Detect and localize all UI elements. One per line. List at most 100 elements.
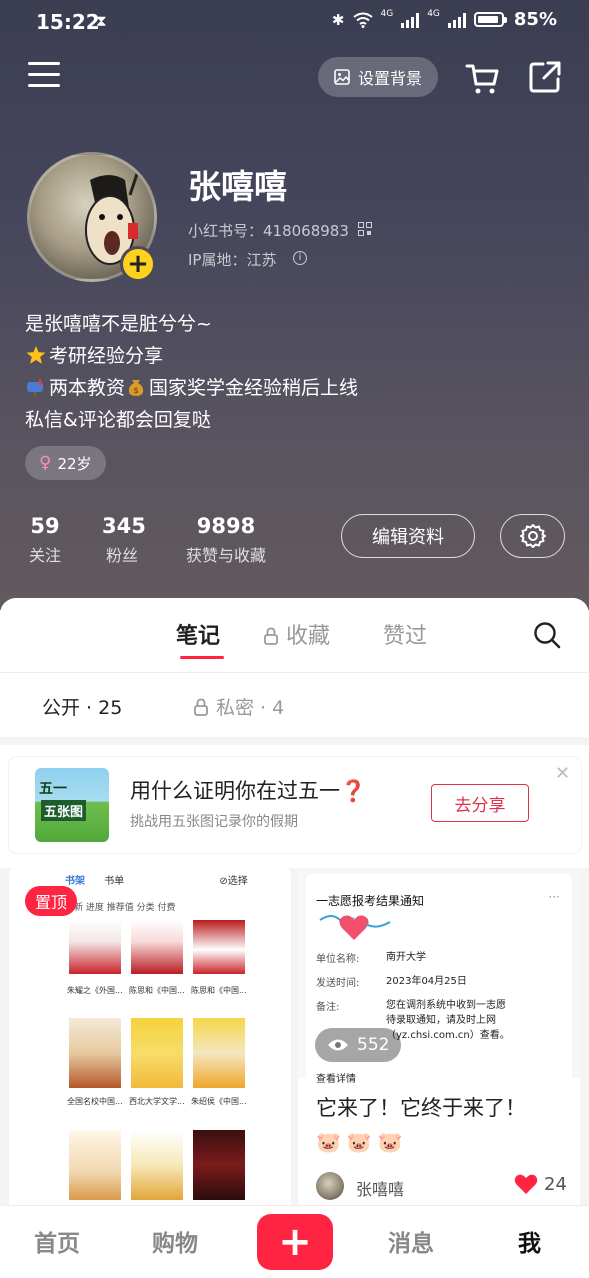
signal-a-icon: [401, 12, 420, 28]
book-caption: 西北大学文学...: [129, 1097, 185, 1106]
tab-liked[interactable]: 赞过: [383, 618, 427, 650]
book-cover: [193, 1130, 245, 1200]
author-avatar[interactable]: [316, 1172, 344, 1200]
note-card[interactable]: 一志愿报考结果通知 ··· 单位名称: 南开大学 发送时间: 2023年04月2…: [298, 868, 580, 1218]
user-id: 小红书号：418068983: [188, 222, 349, 240]
stat-followers-value: 345: [102, 514, 146, 538]
campaign-subtitle: 挑战用五张图记录你的假期: [130, 814, 298, 830]
campaign-banner[interactable]: 五一 五张图 用什么证明你在过五一❓ 挑战用五张图记录你的假期 去分享 ✕: [9, 757, 581, 853]
info-icon[interactable]: i: [293, 251, 307, 265]
network-a-label: 4G: [380, 8, 394, 19]
active-tab-indicator: [180, 656, 224, 659]
menu-icon[interactable]: [28, 62, 60, 90]
note-card-pinned[interactable]: 书架 书单 ⊘选择 更新 进度 推荐值 分类 付费 朱耀之《外国... 陈思和《…: [9, 868, 291, 1218]
shot-select: ⊘选择: [219, 876, 248, 887]
book-cover: [193, 920, 245, 974]
add-note-button[interactable]: +: [257, 1214, 333, 1270]
stat-followers-label: 粉丝: [105, 546, 138, 565]
author-name[interactable]: 张嘻嘻: [356, 1176, 404, 1200]
heart-sticker-icon: [319, 915, 391, 940]
like-count: 24: [544, 1173, 567, 1195]
stat-likes-value: 9898: [196, 514, 256, 538]
cart-icon[interactable]: [464, 60, 500, 96]
book-caption: 全国名校中国...: [67, 1097, 123, 1106]
shot-tab-2: 书单: [104, 876, 125, 887]
book-cover: [131, 1130, 183, 1200]
search-icon[interactable]: [532, 620, 562, 650]
book-cover: [69, 1130, 121, 1200]
stat-likes-collects[interactable]: 9898 获赞与收藏: [180, 514, 272, 566]
ip-location: IP属地：江苏: [188, 251, 277, 269]
bio-line-3-text-a: 两本教资: [49, 377, 126, 399]
set-background-button[interactable]: 设置背景: [318, 57, 438, 97]
share-campaign-button[interactable]: 去分享: [431, 784, 529, 822]
notes-grid: 书架 书单 ⊘选择 更新 进度 推荐值 分类 付费 朱耀之《外国... 陈思和《…: [0, 868, 589, 1218]
bio-line-1: 是张嘻嘻不是脏兮兮~: [25, 313, 212, 335]
stat-following-label: 关注: [28, 546, 61, 565]
star-icon: [26, 346, 46, 364]
qr-code-icon[interactable]: [358, 222, 372, 236]
pig-emojis: 🐷🐷🐷: [316, 1130, 409, 1154]
campaign-image-text-2: 五张图: [41, 800, 87, 821]
close-icon[interactable]: ✕: [555, 763, 570, 784]
campaign-image-text-1: 五一: [39, 781, 67, 797]
profile-header: 15:22 ⧗ ✱ 4G 4G 85% 设置背景 + 张嘻嘻 小红书号：4180…: [0, 0, 589, 610]
age-tag: ♀ 22岁: [25, 446, 106, 480]
eye-icon: [328, 1039, 348, 1051]
share-icon[interactable]: [528, 60, 562, 94]
nav-me[interactable]: 我: [518, 1224, 541, 1258]
signal-b-icon: [447, 12, 466, 28]
nav-shop[interactable]: 购物: [152, 1224, 198, 1258]
content-panel: 笔记 收藏 赞过 公开 · 25 私密 · 4 五一 五张图 用什么证明你在过五…: [0, 598, 589, 1218]
view-count: 552: [357, 1035, 390, 1055]
notice-value-time: 2023年04月25日: [386, 976, 467, 987]
notice-value-note-3: （yz.chsi.com.cn）查看。: [386, 1030, 510, 1041]
status-time: 15:22: [36, 10, 100, 34]
settings-button[interactable]: [500, 514, 565, 558]
bluetooth-icon: ✱: [331, 10, 345, 29]
stat-followers[interactable]: 345 粉丝: [102, 514, 146, 566]
stat-following-value: 59: [30, 514, 60, 538]
lock-icon: [194, 698, 208, 716]
status-bar: 15:22 ⧗ ✱ 4G 4G 85%: [0, 0, 589, 42]
edit-profile-button[interactable]: 编辑资料: [341, 514, 475, 558]
age-text: 22岁: [57, 454, 92, 473]
book-caption: 陈思和《中国...: [191, 986, 247, 995]
gear-icon: [519, 524, 546, 548]
pinned-badge: 置顶: [25, 886, 78, 916]
tab-notes[interactable]: 笔记: [176, 618, 220, 650]
book-cover: [69, 920, 121, 974]
campaign-title: 用什么证明你在过五一❓: [130, 779, 367, 803]
notice-value-school: 南开大学: [386, 952, 426, 963]
nav-messages[interactable]: 消息: [388, 1224, 434, 1258]
more-icon: ···: [548, 890, 560, 904]
avatar-add-button[interactable]: +: [120, 246, 156, 282]
nav-home[interactable]: 首页: [34, 1224, 80, 1258]
like-button[interactable]: 24: [514, 1173, 567, 1195]
book-cover: [131, 1018, 183, 1088]
bio: 是张嘻嘻不是脏兮兮~ 考研经验分享 两本教资 $ 国家奖学金经验稍后上线 私信&评论…: [25, 308, 358, 436]
image-icon: [334, 69, 350, 85]
shot-tabs: 书架 书单 ⊘选择: [65, 872, 248, 887]
money-bag-icon: $: [128, 380, 144, 396]
heart-icon: [514, 1174, 538, 1194]
filter-private[interactable]: 私密 · 4: [194, 693, 284, 720]
set-background-label: 设置背景: [357, 69, 422, 88]
tab-collect-label: 收藏: [286, 624, 331, 649]
bottom-nav: 首页 购物 + 消息 我: [0, 1205, 589, 1278]
lock-icon: [264, 627, 278, 645]
stat-following[interactable]: 59 关注: [27, 514, 63, 566]
battery-icon: [473, 12, 507, 27]
notice-value-note-2: 待录取通知，请及时上网: [386, 1015, 496, 1026]
filter-public[interactable]: 公开 · 25: [42, 693, 122, 720]
notice-label-school: 单位名称:: [316, 954, 360, 965]
view-count-badge: 552: [315, 1028, 402, 1062]
notice-value-note-1: 您在调剂系统中收到一志愿: [386, 1000, 506, 1011]
bio-line-2: 考研经验分享: [25, 340, 358, 372]
shot-tab-1: 书架: [65, 876, 85, 887]
stat-likes-label: 获赞与收藏: [185, 546, 266, 565]
bio-line-3-text-b: 国家奖学金经验稍后上线: [149, 377, 359, 399]
wifi-icon: [352, 12, 373, 28]
tab-collect[interactable]: 收藏: [264, 618, 330, 650]
note-card-image: 书架 书单 ⊘选择 更新 进度 推荐值 分类 付费 朱耀之《外国... 陈思和《…: [51, 868, 291, 1218]
